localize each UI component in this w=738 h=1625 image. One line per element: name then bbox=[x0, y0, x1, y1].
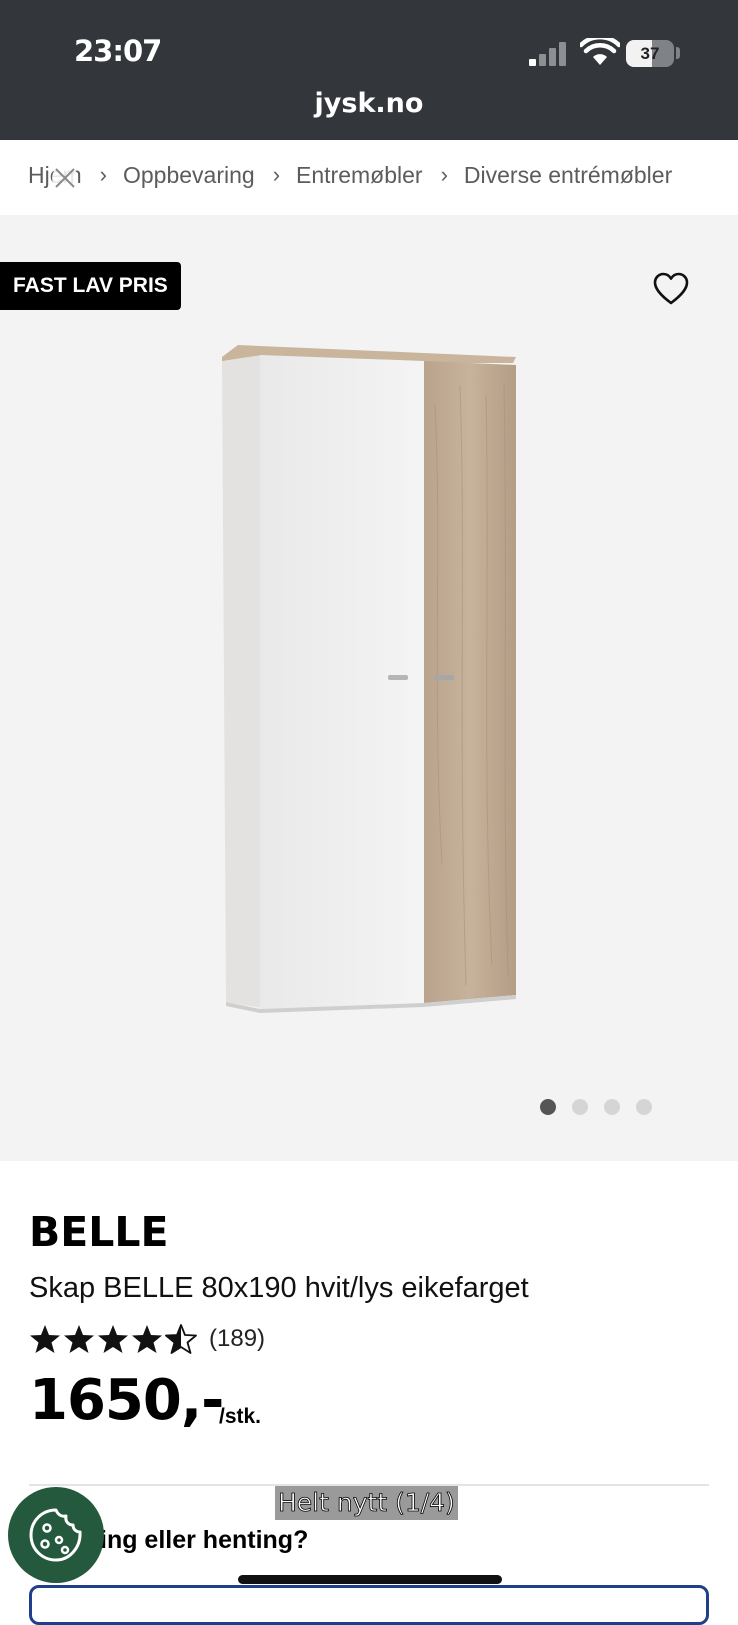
status-time: 23:07 bbox=[74, 34, 162, 68]
breadcrumb-separator: › bbox=[272, 162, 281, 187]
home-indicator[interactable] bbox=[238, 1575, 502, 1584]
breadcrumb-item-oppbevaring[interactable]: Oppbevaring bbox=[123, 162, 255, 189]
star-half-icon bbox=[165, 1324, 197, 1354]
star-icon bbox=[64, 1325, 94, 1353]
gallery-dot[interactable] bbox=[572, 1099, 588, 1115]
breadcrumb-separator: › bbox=[440, 162, 448, 187]
gallery-dot[interactable] bbox=[604, 1099, 620, 1115]
battery-tip bbox=[676, 47, 680, 59]
product-gallery[interactable]: FAST LAV PRIS bbox=[0, 215, 738, 1161]
product-price: 1650,- bbox=[29, 1368, 224, 1433]
delivery-option-field[interactable] bbox=[29, 1585, 709, 1625]
battery-icon: 37 bbox=[626, 40, 674, 67]
star-icon bbox=[30, 1325, 60, 1353]
star-icon bbox=[98, 1325, 128, 1353]
star-icon bbox=[132, 1325, 162, 1353]
breadcrumb-separator: › bbox=[99, 162, 107, 187]
breadcrumb-item-entremobler[interactable]: Entremøbler bbox=[296, 162, 423, 189]
breadcrumb-item-home[interactable]: Hjem bbox=[28, 162, 82, 191]
breadcrumb-item-diverse[interactable]: Diverse entrémøbler bbox=[464, 162, 672, 189]
product-brand: BELLE bbox=[29, 1208, 169, 1256]
wifi-icon bbox=[580, 38, 620, 65]
product-name: Skap BELLE 80x190 hvit/lys eikefarget bbox=[29, 1272, 529, 1304]
breadcrumb: Hjem › Oppbevaring › Entremøbler › Diver… bbox=[28, 158, 672, 192]
rating-stars bbox=[29, 1323, 197, 1355]
cookie-settings-button[interactable] bbox=[8, 1487, 104, 1583]
price-unit: /stk. bbox=[219, 1405, 262, 1428]
address-bar-url[interactable]: jysk.no bbox=[0, 88, 738, 119]
product-image[interactable] bbox=[220, 345, 530, 1020]
cellular-signal-icon bbox=[529, 40, 573, 66]
review-count[interactable]: (189) bbox=[209, 1325, 265, 1353]
gallery-pagination bbox=[540, 1099, 652, 1115]
price-badge: FAST LAV PRIS bbox=[0, 262, 181, 310]
delivery-question: ing eller henting? bbox=[100, 1526, 309, 1554]
close-icon[interactable] bbox=[50, 160, 80, 196]
cookie-icon bbox=[29, 1508, 82, 1562]
image-caption-overlay: Helt nytt (1/4) bbox=[275, 1486, 458, 1520]
battery-level: 37 bbox=[640, 44, 660, 63]
heart-outline-icon[interactable] bbox=[652, 271, 690, 307]
status-bar: 23:07 37 jysk.no bbox=[0, 0, 738, 140]
gallery-dot[interactable] bbox=[636, 1099, 652, 1115]
product-rating[interactable]: (189) bbox=[29, 1322, 265, 1356]
gallery-dot[interactable] bbox=[540, 1099, 556, 1115]
